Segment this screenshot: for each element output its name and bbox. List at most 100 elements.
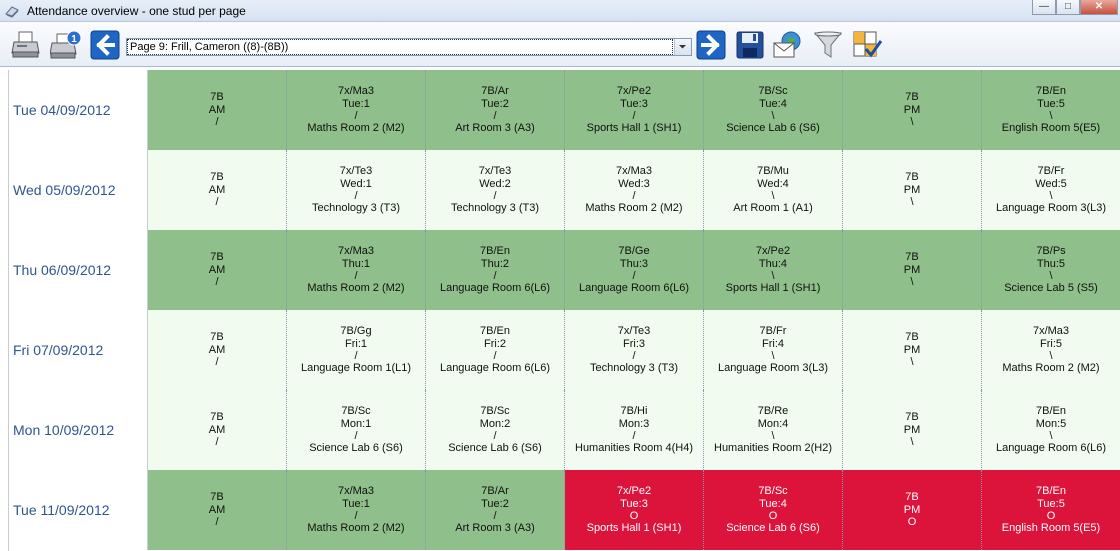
attendance-cell[interactable]: 7B AM /: [148, 70, 287, 150]
attendance-cell[interactable]: 7B PM \: [843, 310, 982, 390]
cell-line: \: [1049, 110, 1053, 122]
attendance-cell[interactable]: 7x/Pe2 Tue:3/Sports Hall 1 (SH1): [565, 70, 704, 150]
cell-line: 7x/Pe2: [616, 85, 652, 98]
attendance-cell[interactable]: 7x/Te3 Wed:2/Technology 3 (T3): [426, 150, 565, 230]
attendance-cell[interactable]: 7B/Fr Wed:5 \ Language Room 3(L3): [982, 150, 1120, 230]
save-icon[interactable]: [734, 29, 766, 61]
cell-line: Maths Room 2 (M2): [307, 122, 405, 135]
attendance-cell[interactable]: 7x/Ma3 Wed:3/Maths Room 2 (M2): [565, 150, 704, 230]
filter-icon[interactable]: [812, 29, 844, 61]
attendance-cell[interactable]: 7B AM /: [148, 230, 287, 310]
cell-line: Tue:3: [620, 97, 648, 110]
next-page-icon[interactable]: [695, 29, 727, 61]
minimize-button[interactable]: —: [1032, 0, 1056, 15]
cell-line: /: [493, 350, 497, 362]
cell-line: Maths Room 2 (M2): [307, 282, 405, 295]
cell-line: PM: [903, 343, 921, 356]
row-date: Thu 06/09/2012: [9, 230, 148, 310]
cell-line: 7B: [210, 251, 224, 264]
cell-line: AM: [208, 183, 226, 196]
attendance-cell[interactable]: 7x/Pe2 Thu:4 \ Sports Hall 1 (SH1): [704, 230, 843, 310]
attendance-cell[interactable]: 7B AM /: [148, 150, 287, 230]
attendance-cell[interactable]: 7B/Sc Mon:2/Science Lab 6 (S6): [426, 390, 565, 470]
attendance-cell[interactable]: 7B/En Tue:5 O English Room 5(E5): [982, 470, 1120, 550]
attendance-cell[interactable]: 7B/Sc Mon:1/Science Lab 6 (S6): [287, 390, 426, 470]
attendance-cell[interactable]: 7B PM \: [843, 230, 982, 310]
attendance-cell[interactable]: 7B/Ge Thu:3/Language Room 6(L6): [565, 230, 704, 310]
attendance-cell[interactable]: 7B/Ar Tue:2/Art Room 3 (A3): [426, 70, 565, 150]
attendance-cell[interactable]: 7B/En Fri:2/Language Room 6(L6): [426, 310, 565, 390]
cell-line: Mon:2: [479, 417, 511, 430]
cell-line: Art Room 1 (A1): [733, 202, 813, 215]
previous-page-icon[interactable]: [89, 29, 121, 61]
cell-line: PM: [903, 263, 921, 276]
page-selector-dropdown-button[interactable]: [674, 39, 691, 55]
attendance-cell[interactable]: 7B AM /: [148, 390, 287, 470]
cell-line: AM: [208, 103, 226, 116]
attendance-cell[interactable]: 7B/En Mon:5 \ Language Room 6(L6): [982, 390, 1120, 470]
cell-line: Tue:1: [342, 97, 370, 110]
cell-line: 7B: [905, 331, 919, 344]
attendance-cell[interactable]: 7B/Ar Tue:2/Art Room 3 (A3): [426, 470, 565, 550]
print-icon[interactable]: [10, 29, 42, 61]
attendance-cell[interactable]: 7B/Sc Tue:4 O Science Lab 6 (S6): [704, 470, 843, 550]
cell-line: Art Room 3 (A3): [455, 522, 535, 535]
cell-line: 7B/En: [480, 245, 510, 258]
attendance-cell[interactable]: 7B PM \: [843, 150, 982, 230]
attendance-cell[interactable]: 7x/Ma3 Thu:1/Maths Room 2 (M2): [287, 230, 426, 310]
cell-line: AM: [208, 423, 226, 436]
attendance-cell[interactable]: 7B/Gg Fri:1/Language Room 1(L1): [287, 310, 426, 390]
cell-line: Thu:4: [758, 257, 788, 270]
attendance-cell[interactable]: 7B PM O: [843, 470, 982, 550]
cell-line: O: [768, 510, 778, 522]
close-button[interactable]: ✕: [1080, 0, 1118, 15]
cell-line: Language Room 3(L3): [717, 362, 829, 375]
attendance-cell[interactable]: 7B/Ps Thu:5 \ Science Lab 5 (S5): [982, 230, 1120, 310]
attendance-cell[interactable]: 7B/En Thu:2/Language Room 6(L6): [426, 230, 565, 310]
cell-line: 7B: [905, 171, 919, 184]
attendance-cell[interactable]: 7B PM \: [843, 70, 982, 150]
cell-line: Humanities Room 4(H4): [575, 442, 693, 455]
attendance-cell[interactable]: 7B/Hi Mon:3/Humanities Room 4(H4): [565, 390, 704, 470]
attendance-cell[interactable]: 7B/Fr Fri:4 \ Language Room 3(L3): [704, 310, 843, 390]
cell-line: Mon:5: [1035, 417, 1067, 430]
cell-line: Fri:2: [484, 337, 506, 350]
cell-line: Science Lab 6 (S6): [726, 122, 820, 135]
cell-line: Tue:2: [481, 497, 509, 510]
app-icon: [5, 6, 19, 18]
attendance-cell[interactable]: 7x/Pe2 Tue:3 O Sports Hall 1 (SH1): [565, 470, 704, 550]
cell-line: Tue:1: [342, 497, 370, 510]
attendance-cell[interactable]: 7x/Ma3 Tue:1/Maths Room 2 (M2): [287, 470, 426, 550]
attendance-cell[interactable]: 7B/Sc Tue:4 \ Science Lab 6 (S6): [704, 70, 843, 150]
cell-line: 7B/En: [1036, 485, 1066, 498]
cell-line: 7x/Ma3: [1032, 325, 1070, 338]
cell-line: 7B/En: [1036, 405, 1066, 418]
attendance-cell[interactable]: 7x/Te3 Fri:3/Technology 3 (T3): [565, 310, 704, 390]
cell-line: 7B/Ar: [481, 85, 509, 98]
maximize-button[interactable]: □: [1056, 0, 1080, 15]
cell-line: 7B/Sc: [480, 405, 510, 418]
toolbar: 1 Page 9: Frill, Cameron ((8)-(8B)): [0, 22, 1120, 67]
page-selector[interactable]: Page 9: Frill, Cameron ((8)-(8B)): [126, 38, 692, 56]
attendance-cell[interactable]: 7x/Te3 Wed:1/Technology 3 (T3): [287, 150, 426, 230]
attendance-cell[interactable]: 7B PM \: [843, 390, 982, 470]
attendance-cell[interactable]: 7B/En Tue:5 \ English Room 5(E5): [982, 70, 1120, 150]
cell-line: \: [1049, 350, 1053, 362]
email-icon[interactable]: [772, 29, 804, 61]
attendance-cell[interactable]: 7B/Re Mon:4 \ Humanities Room 2(H2): [704, 390, 843, 470]
cell-line: 7B/Fr: [1037, 165, 1065, 178]
cell-line: 7B/Fr: [759, 325, 787, 338]
cell-line: /: [493, 270, 497, 282]
attendance-cell[interactable]: 7x/Ma3 Tue:1/Maths Room 2 (M2): [287, 70, 426, 150]
cell-line: Tue:5: [1037, 497, 1065, 510]
checklist-icon[interactable]: [851, 29, 883, 61]
attendance-cell[interactable]: 7B AM /: [148, 470, 287, 550]
print-one-icon[interactable]: 1: [50, 29, 82, 61]
cell-line: /: [354, 110, 358, 122]
attendance-cell[interactable]: 7B/Mu Wed:4 \ Art Room 1 (A1): [704, 150, 843, 230]
cell-line: AM: [208, 263, 226, 276]
cell-line: Mon:3: [618, 417, 650, 430]
attendance-cell[interactable]: 7x/Ma3 Fri:5 \ Maths Room 2 (M2): [982, 310, 1120, 390]
attendance-cell[interactable]: 7B AM /: [148, 310, 287, 390]
cell-line: English Room 5(E5): [1001, 122, 1101, 135]
